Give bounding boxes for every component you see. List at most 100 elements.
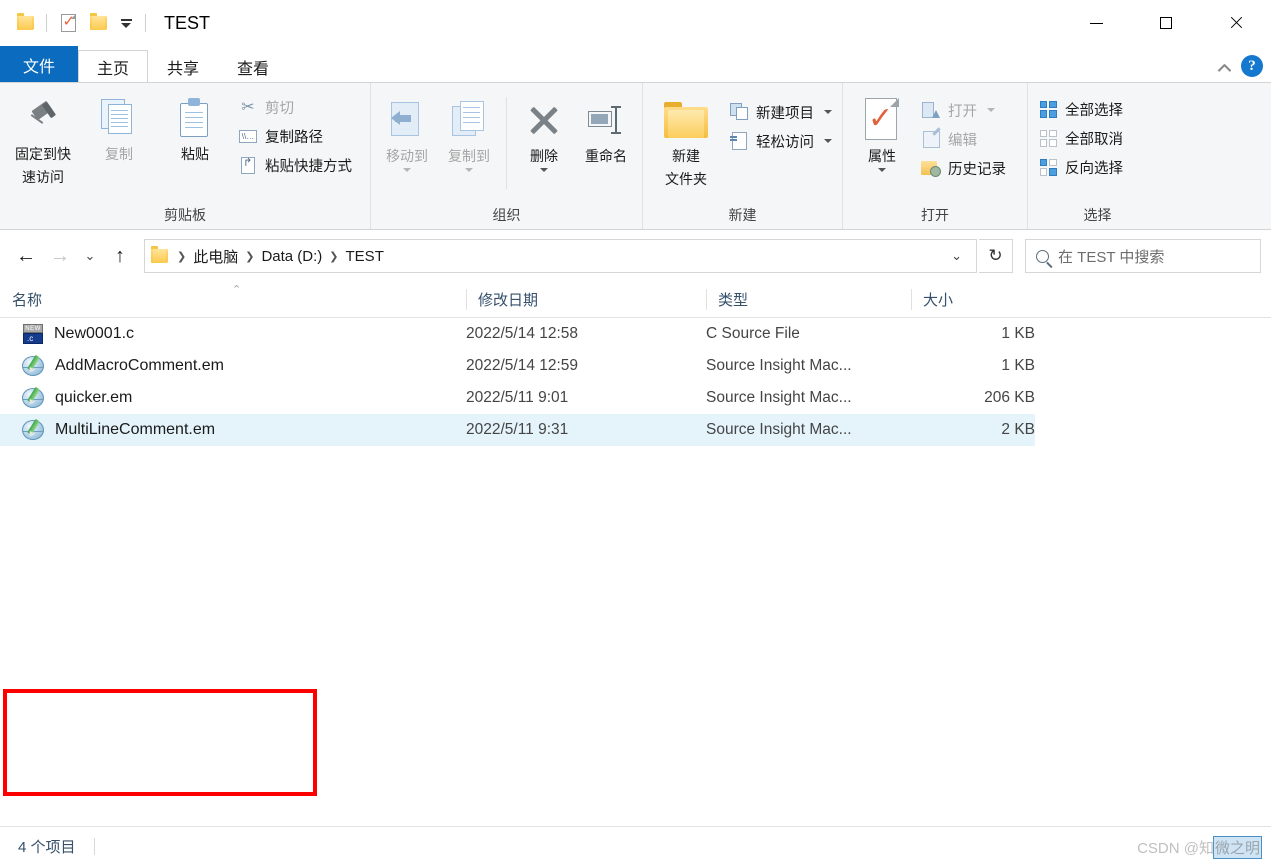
file-name-cell: AddMacroComment.em — [0, 354, 466, 377]
title-bar: TEST — [0, 0, 1271, 46]
breadcrumb-test[interactable]: TEST — [346, 248, 384, 265]
easy-access-button[interactable]: 轻松访问 — [725, 128, 836, 154]
address-dropdown-icon[interactable]: ⌄ — [943, 248, 970, 264]
folder-icon[interactable] — [10, 8, 40, 38]
paste-shortcut-label: 粘贴快捷方式 — [265, 158, 352, 175]
clipboard-small-buttons: ✂ 剪切 \\… 复制路径 粘贴快捷方式 — [234, 91, 356, 178]
edit-icon — [921, 129, 941, 149]
edit-button[interactable]: 编辑 — [917, 126, 1010, 152]
minimize-button[interactable] — [1061, 0, 1131, 46]
move-to-caret-icon[interactable] — [403, 168, 411, 172]
close-button[interactable] — [1201, 0, 1271, 46]
column-header-name[interactable]: 名称 ⌃ — [0, 282, 466, 317]
address-field[interactable]: ❯ 此电脑 ❯ Data (D:) ❯ TEST ⌄ — [144, 239, 977, 273]
open-button[interactable]: 打开 — [917, 97, 1010, 123]
new-item-caret-icon[interactable] — [824, 110, 832, 114]
customize-quick-access-dropdown[interactable] — [113, 8, 139, 38]
copy-path-button[interactable]: \\… 复制路径 — [234, 123, 356, 149]
new-folder-button[interactable]: 新建 文件夹 — [649, 93, 723, 189]
organize-inner-separator — [506, 97, 507, 189]
file-type: C Source File — [706, 325, 800, 342]
file-size: 1 KB — [1001, 357, 1035, 374]
ribbon-group-new: 新建 文件夹 新建项目 轻松访问 新建 — [642, 83, 842, 229]
pin-label-line1: 固定到快 — [15, 146, 71, 162]
back-button[interactable]: ← — [10, 240, 42, 272]
copy-to-label: 复制到 — [448, 148, 491, 164]
source-insight-macro-icon — [22, 418, 45, 441]
address-folder-icon — [151, 246, 168, 263]
file-type: Source Insight Mac... — [706, 389, 852, 406]
select-none-button[interactable]: 全部取消 — [1034, 125, 1127, 151]
select-none-label: 全部取消 — [1065, 131, 1123, 148]
file-name: New0001.c — [54, 325, 135, 342]
open-caret-icon[interactable] — [987, 108, 995, 112]
help-icon[interactable]: ? — [1241, 55, 1263, 77]
delete-icon — [528, 97, 560, 143]
new-item-button[interactable]: 新建项目 — [725, 99, 836, 125]
properties-icon[interactable] — [53, 8, 83, 38]
tab-home[interactable]: 主页 — [78, 50, 149, 82]
organize-group-label: 组织 — [492, 207, 521, 223]
select-group-label: 选择 — [1083, 207, 1112, 223]
table-row[interactable]: MultiLineComment.em 2022/5/11 9:31 Sourc… — [0, 414, 1035, 446]
file-size: 1 KB — [1001, 325, 1035, 342]
watermark: CSDN @知 微之明 — [1137, 836, 1263, 859]
new-item-icon — [729, 102, 749, 122]
copy-button[interactable]: 复制 — [82, 91, 156, 164]
chevron-up-icon[interactable] — [1218, 60, 1231, 73]
refresh-button[interactable]: ↻ — [979, 239, 1013, 273]
tab-file[interactable]: 文件 — [0, 46, 79, 82]
paste-shortcut-button[interactable]: 粘贴快捷方式 — [234, 152, 356, 178]
column-header-date[interactable]: 修改日期 — [466, 282, 706, 317]
open-label: 打开 — [948, 103, 977, 120]
tab-share[interactable]: 共享 — [148, 50, 218, 82]
copy-icon — [101, 95, 137, 141]
properties-caret-icon[interactable] — [878, 168, 886, 172]
window-title: TEST — [164, 12, 211, 33]
move-to-button[interactable]: 移动到 — [377, 93, 437, 172]
up-button[interactable]: ↑ — [104, 240, 136, 272]
source-insight-macro-icon — [22, 386, 45, 409]
scissors-icon: ✂ — [241, 99, 255, 116]
file-name: quicker.em — [55, 389, 133, 406]
select-small-buttons: 全部选择 全部取消 反向选择 — [1034, 93, 1127, 180]
rename-icon — [588, 97, 624, 143]
invert-selection-button[interactable]: 反向选择 — [1034, 154, 1127, 180]
table-row[interactable]: NEW .c New0001.c 2022/5/14 12:58 C Source… — [0, 318, 1271, 350]
forward-button[interactable]: → — [44, 240, 76, 272]
ribbon-tabs: 文件 主页 共享 查看 ? — [0, 46, 1271, 82]
breadcrumb-drive[interactable]: Data (D:) — [261, 248, 322, 265]
delete-caret-icon[interactable] — [540, 168, 548, 172]
history-button[interactable]: 历史记录 — [917, 155, 1010, 181]
easy-access-icon — [729, 131, 749, 151]
file-name: AddMacroComment.em — [55, 357, 224, 374]
new-folder-icon[interactable] — [83, 8, 113, 38]
pin-to-quick-access-button[interactable]: 固定到快 速访问 — [6, 91, 80, 187]
copy-to-button[interactable]: 复制到 — [439, 93, 499, 172]
cut-button[interactable]: ✂ 剪切 — [234, 94, 356, 120]
recent-locations-button[interactable]: ⌄ — [78, 240, 102, 272]
move-to-icon — [389, 97, 425, 143]
breadcrumb-separator: ❯ — [177, 250, 187, 263]
properties-icon: ✓ — [863, 97, 901, 143]
rename-button[interactable]: 重命名 — [576, 93, 636, 166]
column-header-type[interactable]: 类型 — [706, 282, 911, 317]
table-row[interactable]: quicker.em 2022/5/11 9:01 Source Insight… — [0, 382, 1271, 414]
properties-button[interactable]: ✓ 属性 — [849, 93, 915, 172]
copy-to-caret-icon[interactable] — [465, 168, 474, 172]
column-header-size[interactable]: 大小 — [911, 282, 1051, 317]
pin-icon — [26, 95, 60, 141]
file-date: 2022/5/11 9:01 — [466, 389, 569, 406]
file-size: 206 KB — [984, 389, 1035, 406]
paste-button[interactable]: 粘贴 — [158, 91, 232, 164]
breadcrumb-this-pc[interactable]: 此电脑 — [193, 246, 238, 267]
select-all-button[interactable]: 全部选择 — [1034, 96, 1127, 122]
search-box[interactable]: 在 TEST 中搜索 — [1025, 239, 1261, 273]
delete-button[interactable]: 删除 — [514, 93, 574, 172]
ribbon-group-select: 全部选择 全部取消 反向选择 选择 — [1027, 83, 1167, 229]
easy-access-caret-icon[interactable] — [824, 139, 832, 143]
new-item-label: 新建项目 — [756, 105, 814, 122]
tab-view[interactable]: 查看 — [218, 50, 288, 82]
maximize-button[interactable] — [1131, 0, 1201, 46]
table-row[interactable]: AddMacroComment.em 2022/5/14 12:59 Sourc… — [0, 350, 1271, 382]
